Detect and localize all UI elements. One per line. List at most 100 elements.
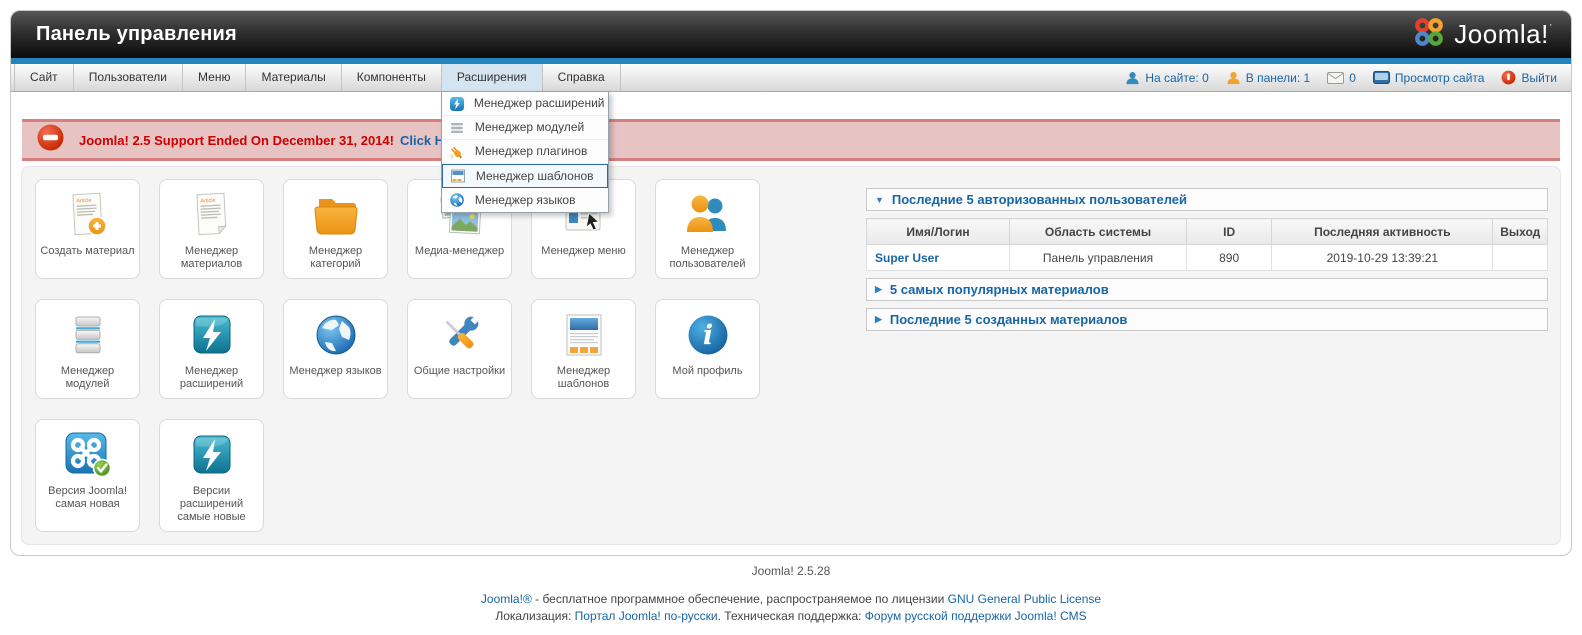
- extension-versions-icon: [163, 428, 260, 481]
- cpanel-button-template-manager[interactable]: Менеджер шаблонов: [531, 299, 636, 399]
- logged-in-users-table: Имя/ЛогинОбласть системыIDПоследняя акти…: [866, 218, 1548, 271]
- dropdown-item-extension-manager[interactable]: Менеджер расширений: [442, 92, 608, 116]
- footer-text: - бесплатное программное обеспечение, ра…: [532, 592, 948, 606]
- cpanel-button-category-manager[interactable]: Менеджер категорий: [283, 179, 388, 279]
- cpanel-button-label: Общие настройки: [411, 365, 508, 378]
- language-manager-icon: [287, 308, 384, 361]
- footer-link[interactable]: GNU General Public License: [948, 592, 1101, 606]
- footer-link[interactable]: Портал Joomla! по-русски: [575, 609, 718, 623]
- cpanel-button-article-manager[interactable]: Article Менеджер материалов: [159, 179, 264, 279]
- table-cell: [1493, 245, 1548, 271]
- cpanel-button-global-configuration[interactable]: Общие настройки: [407, 299, 512, 399]
- menu-item-users[interactable]: Пользователи: [74, 64, 183, 91]
- status-label: 0: [1349, 71, 1356, 85]
- joomla-logo: Joomla!·: [1410, 15, 1553, 54]
- panel-header-popular-articles[interactable]: ▶5 самых популярных материалов: [866, 278, 1548, 301]
- status-view-site[interactable]: Просмотр сайта: [1373, 71, 1485, 85]
- svg-text:Article: Article: [76, 197, 92, 204]
- page-title: Панель управления: [36, 23, 237, 46]
- menu-item-extensions[interactable]: РасширенияМенеджер расширенийМенеджер мо…: [442, 64, 543, 91]
- user-name-link[interactable]: Super User: [875, 251, 939, 265]
- content-area: ArticleСоздать материалArticleМенеджер м…: [21, 166, 1561, 545]
- panel-title: Последние 5 авторизованных пользователей: [892, 192, 1187, 207]
- alert-stop-icon: [37, 124, 64, 156]
- dropdown-item-plugin-manager[interactable]: Менеджер плагинов: [442, 140, 608, 164]
- table-header-cell: Выход: [1493, 219, 1548, 245]
- dropdown-item-label: Менеджер расширений: [474, 90, 605, 117]
- user-orange-icon: [1226, 71, 1241, 85]
- menu-item-label: Справка: [558, 70, 605, 84]
- menu-item-menus[interactable]: Меню: [183, 64, 246, 91]
- logout-icon: [1501, 70, 1516, 85]
- header-bar: Панель управления Joomla!·: [11, 11, 1571, 58]
- table-cell: 2019-10-29 13:39:21: [1272, 245, 1493, 271]
- footer-link[interactable]: Joomla!®: [481, 592, 532, 606]
- expand-triangle-icon: ▶: [875, 284, 882, 295]
- menu-item-components[interactable]: Компоненты: [342, 64, 442, 91]
- footer-line-license: Joomla!® - бесплатное программное обеспе…: [10, 591, 1572, 608]
- module-manager-icon: [449, 120, 466, 136]
- plugin-manager-icon: [449, 144, 466, 160]
- cpanel-button-language-manager[interactable]: Менеджер языков: [283, 299, 388, 399]
- table-header-cell: Имя/Логин: [867, 219, 1010, 245]
- module-manager-icon: [39, 308, 136, 361]
- cpanel-button-extension-manager[interactable]: Менеджер расширений: [159, 299, 264, 399]
- dropdown-item-language-manager[interactable]: Менеджер языков: [442, 188, 608, 212]
- template-manager-icon: [535, 308, 632, 361]
- monitor-icon: [1373, 71, 1390, 84]
- article-manager-icon: Article: [163, 188, 260, 241]
- menu-item-content[interactable]: Материалы: [246, 64, 341, 91]
- cpanel-button-extension-versions[interactable]: Версии расширений самые новые: [159, 419, 264, 532]
- mail-icon: [1327, 72, 1344, 84]
- dropdown-item-template-manager[interactable]: Менеджер шаблонов: [442, 164, 608, 188]
- cpanel-button-my-profile[interactable]: iМой профиль: [655, 299, 760, 399]
- cpanel-button-module-manager[interactable]: Менеджер модулей: [35, 299, 140, 399]
- extension-manager-icon: [163, 308, 260, 361]
- expand-triangle-icon: ▶: [875, 314, 882, 325]
- table-cell: Панель управления: [1010, 245, 1187, 271]
- joomla-logo-text: Joomla!·: [1454, 19, 1553, 50]
- joomla-version-icon: [39, 428, 136, 481]
- menu-item-label: Сайт: [30, 70, 58, 84]
- extensions-dropdown-menu: Менеджер расширенийМенеджер модулейМенед…: [441, 91, 609, 213]
- cpanel-button-label: Менеджер языков: [287, 365, 384, 378]
- my-profile-icon: i: [659, 308, 756, 361]
- cpanel-button-create-article[interactable]: ArticleСоздать материал: [35, 179, 140, 279]
- table-header-cell: ID: [1187, 219, 1272, 245]
- menu-item-help[interactable]: Справка: [543, 64, 621, 91]
- panel-header-logged-in-users[interactable]: ▼ Последние 5 авторизованных пользователе…: [866, 188, 1548, 211]
- cpanel-button-label: Менеджер расширений: [163, 365, 260, 391]
- status-bar: На сайте: 0 В панели: 1 0 Просмотр сайта Вый…: [1125, 64, 1571, 91]
- status-logout[interactable]: Выйти: [1501, 70, 1557, 85]
- table-header-cell: Последняя активность: [1272, 219, 1493, 245]
- cpanel-button-label: Менеджер модулей: [39, 365, 136, 391]
- table-row: Super UserПанель управления8902019-10-29…: [867, 245, 1548, 271]
- cpanel-button-user-manager[interactable]: Менеджер пользователей: [655, 179, 760, 279]
- footer-text: . Техническая поддержка:: [718, 609, 865, 623]
- cpanel-button-label: Менеджер категорий: [287, 245, 384, 271]
- global-configuration-icon: [411, 308, 508, 361]
- collapse-triangle-icon: ▼: [875, 195, 884, 205]
- status-label: В панели: 1: [1246, 71, 1310, 85]
- support-ended-alert: Joomla! 2.5 Support Ended On December 31…: [22, 119, 1560, 161]
- cpanel-button-joomla-version[interactable]: Версия Joomla! самая новая: [35, 419, 140, 532]
- admin-page: Панель управления Joomla!· Са: [0, 0, 1582, 635]
- svg-text:Article: Article: [200, 197, 216, 204]
- cpanel-button-label: Версия Joomla! самая новая: [39, 485, 136, 511]
- menu-item-site[interactable]: Сайт: [14, 64, 74, 91]
- dropdown-item-label: Менеджер плагинов: [475, 138, 587, 165]
- status-messages[interactable]: 0: [1327, 71, 1356, 85]
- dropdown-item-module-manager[interactable]: Менеджер модулей: [442, 116, 608, 140]
- language-manager-icon: [449, 192, 466, 208]
- footer-link[interactable]: Форум русской поддержки Joomla! CMS: [865, 609, 1087, 623]
- cpanel-button-label: Менеджер меню: [535, 245, 632, 258]
- panel-header-recent-articles[interactable]: ▶Последние 5 созданных материалов: [866, 308, 1548, 331]
- cpanel-button-label: Медиа-менеджер: [411, 245, 508, 258]
- status-online-users: На сайте: 0: [1125, 71, 1208, 85]
- alert-text: Joomla! 2.5 Support Ended On December 31…: [79, 133, 394, 148]
- cpanel-button-label: Версии расширений самые новые: [163, 485, 260, 524]
- table-header-cell: Область системы: [1010, 219, 1187, 245]
- status-label: На сайте: 0: [1145, 71, 1208, 85]
- table-cell: Super User: [867, 245, 1010, 271]
- cpanel-button-label: Менеджер материалов: [163, 245, 260, 271]
